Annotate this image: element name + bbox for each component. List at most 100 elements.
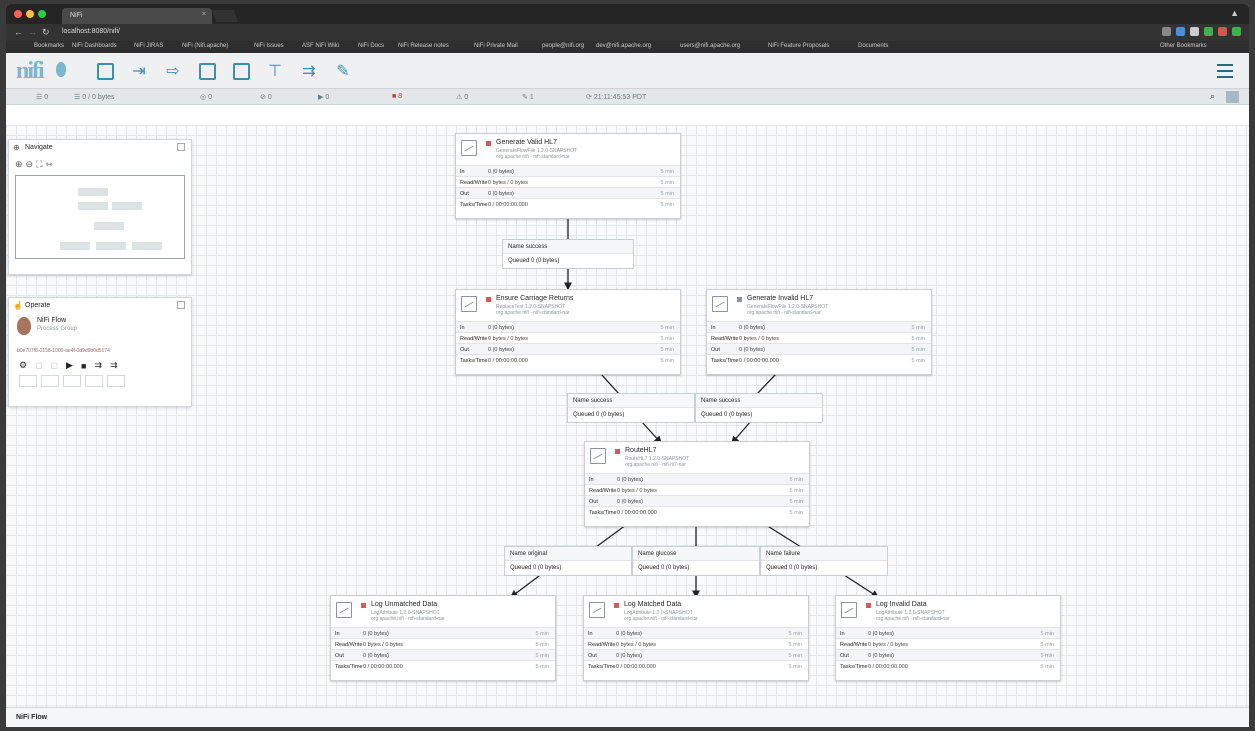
extension-icon[interactable] bbox=[1232, 27, 1241, 36]
extension-icon[interactable] bbox=[1190, 27, 1199, 36]
breadcrumb-item[interactable]: NiFi Flow bbox=[16, 714, 47, 721]
upload-template-icon[interactable]: ⇉ bbox=[110, 360, 118, 371]
template-icon[interactable]: ⇉ bbox=[298, 60, 320, 82]
close-tab-icon[interactable]: × bbox=[202, 11, 206, 18]
connection-line[interactable] bbox=[765, 524, 802, 548]
tab-title: NiFi bbox=[70, 12, 83, 19]
url-field[interactable]: localhost:8080/nifi/ bbox=[58, 26, 178, 39]
bookmark-item[interactable]: NiFi Private Mail bbox=[474, 43, 518, 49]
remote-process-group-icon[interactable] bbox=[230, 60, 252, 82]
bookmark-item[interactable]: ASF NiFi Wiki bbox=[302, 43, 339, 49]
stat-value: 0 bytes / 0 bytes bbox=[616, 642, 657, 648]
stat-value: 0 (0 bytes) bbox=[617, 477, 643, 483]
processor-log-matched-data[interactable]: Log Matched Data LogAttribute 1.2.0-SNAP… bbox=[583, 595, 809, 681]
processor-generate-invalid-hl7[interactable]: Generate Invalid HL7 GenerateFlowFile 1.… bbox=[706, 289, 932, 375]
processor-stats: In 0 (0 bytes) 5 min Read/Write 0 bytes / 0… bbox=[331, 627, 555, 671]
configure-icon[interactable]: ⚙ bbox=[19, 360, 27, 371]
connection-label[interactable]: Name success Queued 0 (0 bytes) bbox=[695, 393, 823, 423]
color-button[interactable] bbox=[85, 375, 103, 387]
processor-generate-valid-hl7[interactable]: Generate Valid HL7 GenerateFlowFile 1.2.… bbox=[455, 133, 681, 219]
new-tab-button[interactable] bbox=[211, 10, 239, 22]
navigate-title: Navigate bbox=[25, 144, 53, 151]
forward-icon[interactable]: → bbox=[28, 27, 37, 37]
star-icon[interactable] bbox=[1162, 27, 1171, 36]
connection-label[interactable]: Name success Queued 0 (0 bytes) bbox=[567, 393, 695, 423]
enable-icon[interactable]: ◻ bbox=[35, 360, 42, 371]
bookmark-item[interactable]: NiFi Release notes bbox=[398, 43, 449, 49]
bookmark-item[interactable]: Bookmarks bbox=[34, 43, 64, 49]
connection-label[interactable]: Name original Queued 0 (0 bytes) bbox=[504, 546, 632, 576]
close-window-button[interactable] bbox=[14, 10, 22, 18]
processor-log-invalid-data[interactable]: Log Invalid Data LogAttribute 1.2.0-SNAP… bbox=[835, 595, 1061, 681]
navigate-header[interactable]: ⊕ Navigate bbox=[9, 140, 191, 156]
bookmark-item[interactable]: users@nifi.apache.org bbox=[680, 43, 740, 49]
profile-icon[interactable]: ▲ bbox=[1230, 8, 1239, 18]
connection-line[interactable] bbox=[731, 420, 752, 444]
connection-label[interactable]: Name failure Queued 0 (0 bytes) bbox=[760, 546, 888, 576]
actual-size-icon[interactable]: ⇿ bbox=[45, 159, 56, 169]
bookmark-item[interactable]: dev@nifi.apache.org bbox=[596, 43, 651, 49]
bookmark-item[interactable]: NiFi Feature Proposals bbox=[768, 43, 829, 49]
operate-header[interactable]: ☝ Operate bbox=[9, 298, 191, 314]
output-port-icon[interactable]: ⇨ bbox=[162, 60, 184, 82]
bookmark-item[interactable]: NiFi (Nifi.apache) bbox=[182, 43, 228, 49]
birdseye-view[interactable] bbox=[15, 175, 185, 259]
reload-icon[interactable]: ↻ bbox=[42, 27, 50, 38]
stopped-icon bbox=[866, 603, 871, 608]
browser-tab[interactable]: NiFi × bbox=[62, 8, 212, 24]
group-button[interactable] bbox=[63, 375, 81, 387]
stat-value: 0 (0 bytes) bbox=[739, 347, 765, 353]
minimize-window-button[interactable] bbox=[26, 10, 34, 18]
zoom-out-icon[interactable]: ⊖ bbox=[26, 159, 37, 169]
processor-log-unmatched-data[interactable]: Log Unmatched Data LogAttribute 1.2.0-SN… bbox=[330, 595, 556, 681]
copy-button[interactable] bbox=[19, 375, 37, 387]
extension-icon[interactable] bbox=[1218, 27, 1227, 36]
bookmark-item[interactable]: NiFi Issues bbox=[254, 43, 284, 49]
processor-ensure-carriage-returns[interactable]: Ensure Carriage Returns ReplaceText 1.2.… bbox=[455, 289, 681, 375]
global-menu-icon[interactable] bbox=[1217, 64, 1233, 82]
processor-name: Generate Valid HL7 bbox=[496, 139, 557, 146]
bookmark-item[interactable]: NiFi Dashboards bbox=[72, 43, 117, 49]
processor-routehl7[interactable]: RouteHL7 RouteHL7 1.2.0-SNAPSHOT org.apa… bbox=[584, 441, 810, 527]
connection-name-row: Name failure bbox=[761, 547, 887, 561]
connection-line[interactable] bbox=[840, 572, 880, 598]
extension-icon[interactable] bbox=[1204, 27, 1213, 36]
bookmark-item[interactable]: people@nifi.org bbox=[542, 43, 584, 49]
stop-icon[interactable]: ■ bbox=[81, 361, 86, 371]
birdseye-node bbox=[112, 202, 142, 210]
connection-label[interactable]: Name glucose Queued 0 (0 bytes) bbox=[632, 546, 760, 576]
collapse-icon[interactable] bbox=[177, 143, 185, 151]
collapse-icon[interactable] bbox=[177, 301, 185, 309]
create-template-icon[interactable]: ⇉ bbox=[94, 360, 102, 371]
bookmark-item[interactable]: Documents bbox=[858, 43, 888, 49]
zoom-in-icon[interactable]: ⊕ bbox=[15, 159, 26, 169]
back-icon[interactable]: ← bbox=[14, 27, 23, 37]
bookmark-item[interactable]: NiFi JIRAS bbox=[134, 43, 163, 49]
connection-label[interactable]: Name success Queued 0 (0 bytes) bbox=[502, 239, 634, 269]
bookmark-item[interactable]: NiFi Docs bbox=[358, 43, 384, 49]
paste-button[interactable] bbox=[41, 375, 59, 387]
connection-line[interactable] bbox=[600, 373, 621, 396]
flow-canvas[interactable]: ⊕ Navigate ⊕⊖⛶⇿ ☝ Operate NiFi Flow Proces… bbox=[6, 125, 1249, 707]
processor-stats: In 0 (0 bytes) 5 min Read/Write 0 bytes / 0… bbox=[836, 627, 1060, 671]
extension-icon[interactable] bbox=[1176, 27, 1185, 36]
input-port-icon[interactable]: ⇥ bbox=[128, 60, 150, 82]
connection-line[interactable] bbox=[509, 572, 544, 598]
processor-icon[interactable] bbox=[94, 60, 116, 82]
maximize-window-button[interactable] bbox=[38, 10, 46, 18]
connection-line[interactable] bbox=[640, 420, 662, 444]
bookmark-item[interactable]: Other Bookmarks bbox=[1160, 43, 1207, 49]
label-icon[interactable]: ✎ bbox=[332, 60, 354, 82]
connection-line[interactable] bbox=[755, 373, 777, 396]
disable-icon[interactable]: ◻ bbox=[51, 360, 58, 371]
fit-icon[interactable]: ⛶ bbox=[36, 159, 45, 169]
search-icon[interactable]: ⌕ bbox=[1210, 91, 1215, 102]
funnel-icon[interactable]: ⊤ bbox=[264, 60, 286, 82]
bulletin-button[interactable] bbox=[1226, 91, 1239, 103]
birdseye-node bbox=[60, 242, 90, 250]
delete-button[interactable] bbox=[107, 375, 125, 387]
process-group-icon[interactable] bbox=[196, 60, 218, 82]
connection-line[interactable] bbox=[595, 524, 627, 548]
stat-row: Tasks/Time 0 / 00:00:00.000 5 min bbox=[456, 354, 680, 365]
start-icon[interactable]: ▶ bbox=[66, 360, 73, 371]
